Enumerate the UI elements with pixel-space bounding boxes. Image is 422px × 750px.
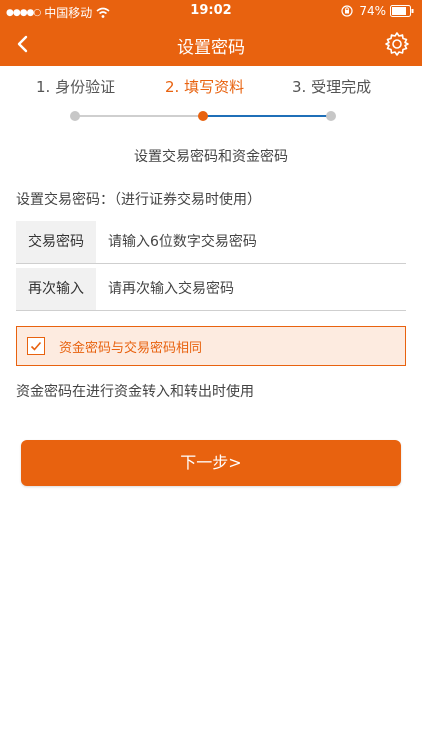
confirm-password-input[interactable] — [108, 268, 398, 310]
rotation-lock-icon — [341, 5, 353, 17]
same-password-option[interactable]: 资金密码与交易密码相同 — [16, 326, 406, 366]
status-bar: ●●●●○ 中国移动 19:02 74% — [0, 0, 422, 22]
trade-password-row: 交易密码 — [16, 221, 406, 264]
checkmark-icon — [30, 341, 42, 351]
trade-password-hint: 设置交易密码：（进行证券交易时使用） — [16, 192, 261, 208]
gear-icon[interactable] — [384, 31, 410, 57]
same-password-label: 资金密码与交易密码相同 — [59, 341, 203, 356]
section-subtitle: 设置交易密码和资金密码 — [134, 149, 288, 165]
next-step-button[interactable]: 下一步> — [21, 440, 401, 486]
step-identity: 1. 身份验证 — [36, 78, 116, 96]
progress-line-pending — [203, 115, 331, 117]
step-indicator: 1. 身份验证 2. 填写资料 3. 受理完成 — [0, 76, 422, 100]
trade-password-label: 交易密码 — [16, 221, 96, 263]
nav-bar: 设置密码 — [0, 22, 422, 66]
confirm-password-label: 再次输入 — [16, 268, 96, 310]
progress-dot-1 — [70, 111, 80, 121]
page-title: 设置密码 — [177, 38, 245, 58]
battery-percentage: 74% — [359, 4, 386, 18]
progress-dot-2 — [198, 111, 208, 121]
step-progress-bar — [0, 110, 422, 124]
step-complete: 3. 受理完成 — [292, 78, 372, 96]
battery-icon — [390, 5, 414, 17]
step-fill-info: 2. 填写资料 — [165, 78, 245, 96]
progress-line-done — [75, 115, 203, 117]
status-right: 74% — [341, 4, 414, 18]
trade-password-input[interactable] — [108, 221, 398, 263]
confirm-password-row: 再次输入 — [16, 268, 406, 311]
same-password-checkbox[interactable] — [27, 337, 45, 355]
progress-dot-3 — [326, 111, 336, 121]
fund-password-note: 资金密码在进行资金转入和转出时使用 — [16, 384, 254, 400]
